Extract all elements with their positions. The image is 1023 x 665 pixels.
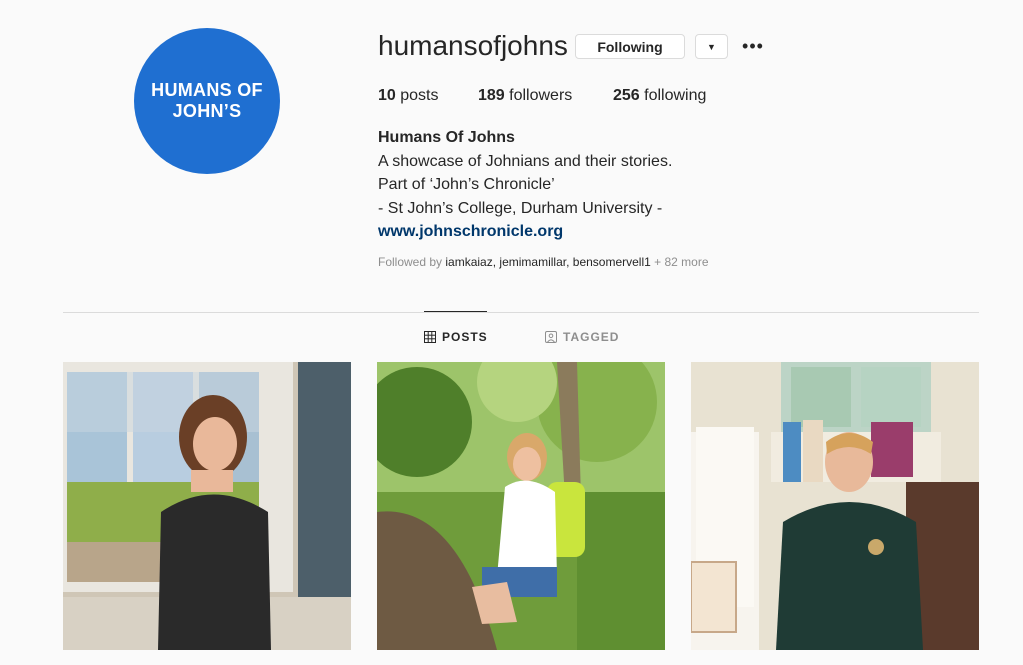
posts-count-stat: 10 posts xyxy=(378,87,438,105)
followed-by-user: iamkaiaz xyxy=(445,255,493,269)
bio-line: A showcase of Johnians and their stories… xyxy=(378,152,673,170)
followed-by-user: bensomervell1 xyxy=(572,255,651,269)
tab-tagged[interactable]: TAGGED xyxy=(545,330,619,344)
bio-line: Part of ‘John’s Chronicle’ xyxy=(378,176,555,193)
photo-man-in-room-icon xyxy=(691,362,979,650)
followed-by-suffix: + 82 more xyxy=(650,255,709,269)
bio-name: Humans Of Johns xyxy=(378,129,515,146)
followers-label: followers xyxy=(504,87,573,104)
photo-woman-by-window-icon xyxy=(63,362,351,650)
profile-username: humansofjohns xyxy=(378,30,568,61)
bio-website-link[interactable]: www.johnschronicle.org xyxy=(378,220,672,244)
posts-label: posts xyxy=(395,87,439,104)
following-count: 256 xyxy=(613,87,640,104)
following-label: following xyxy=(639,87,707,104)
followed-by-prefix: Followed by xyxy=(378,255,446,269)
tagged-user-icon xyxy=(545,331,557,343)
profile-bio: Humans Of Johns A showcase of Johnians a… xyxy=(378,126,672,244)
grid-icon xyxy=(424,331,436,343)
post-thumbnail[interactable] xyxy=(63,362,351,650)
avatar-text-line-2: JOHN’S xyxy=(172,101,242,121)
post-thumbnail[interactable] xyxy=(691,362,979,650)
photo-woman-hiking-forest-icon xyxy=(377,362,665,650)
bio-line: - St John’s College, Durham University - xyxy=(378,199,663,217)
active-tab-indicator xyxy=(424,311,487,312)
followed-by-text[interactable]: Followed by iamkaiaz, jemimamillar, bens… xyxy=(378,255,709,269)
tab-tagged-label: TAGGED xyxy=(563,330,620,344)
following-count-stat[interactable]: 256 following xyxy=(613,87,706,105)
followers-count-stat[interactable]: 189 followers xyxy=(478,87,572,105)
chevron-down-icon: ▼ xyxy=(707,41,716,52)
following-button[interactable]: Following xyxy=(575,34,685,59)
avatar-text-line-1: HUMANS OF xyxy=(151,80,263,100)
posts-count: 10 xyxy=(378,87,396,104)
tab-posts[interactable]: POSTS xyxy=(424,330,488,344)
followers-count: 189 xyxy=(478,87,505,104)
tabs-divider xyxy=(63,312,979,313)
profile-avatar[interactable]: HUMANS OF JOHN’S xyxy=(134,28,280,174)
followed-by-user: jemimamillar xyxy=(499,255,567,269)
more-options-icon[interactable]: ••• xyxy=(742,36,764,56)
post-thumbnail[interactable] xyxy=(377,362,665,650)
suggestions-dropdown-button[interactable]: ▼ xyxy=(695,34,728,59)
tab-posts-label: POSTS xyxy=(442,330,488,344)
